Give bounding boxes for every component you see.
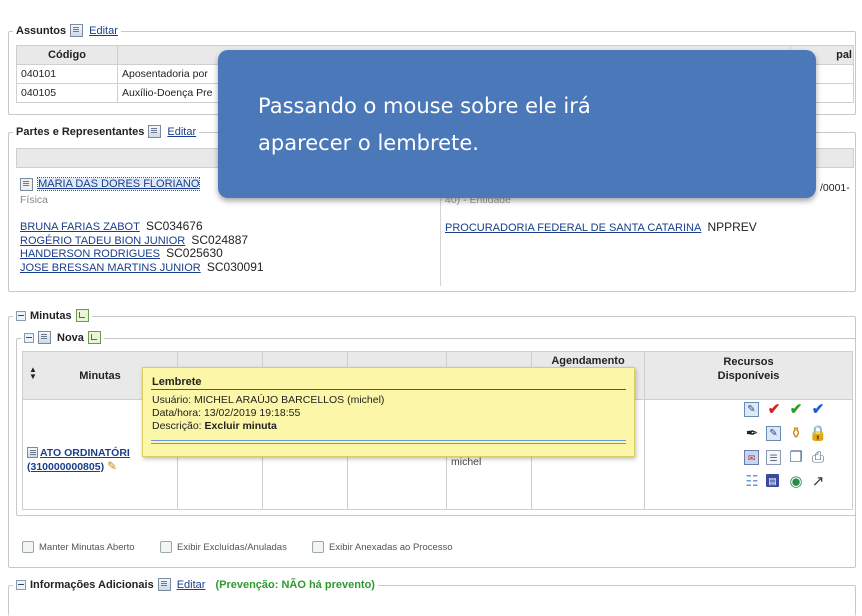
info-edit-link[interactable]: Editar <box>177 579 206 591</box>
advogado-link[interactable]: ROGÉRIO TADEU BION JUNIOR <box>20 235 185 247</box>
table-icon[interactable]: ☷ <box>744 474 760 490</box>
advogados-list: BRUNA FARIAS ZABOT SC034676 ROGÉRIO TADE… <box>20 220 264 274</box>
doc-icon <box>27 447 38 459</box>
autor-entry: MARIA DAS DORES FLORIANO <box>20 177 201 192</box>
nova-title: Nova <box>57 331 84 344</box>
minutas-title: Minutas <box>30 309 72 322</box>
lock-icon[interactable]: 🔒 <box>809 426 828 442</box>
nova-legend: Nova <box>21 331 104 344</box>
recursos-icons: ✎ ✔ ✔ ✔ ✒ ✎ ⚱ 🔒 ✉ ☰ ❐ ⎙ ☷ ▤ ◉ ↗ <box>744 402 834 498</box>
procuradoria-row: PROCURADORIA FEDERAL DE SANTA CATARINA N… <box>445 220 757 234</box>
stamp-icon[interactable]: ⚱ <box>788 426 804 442</box>
collapse-icon[interactable] <box>16 310 26 321</box>
advogado-row: JOSE BRESSAN MARTINS JUNIOR SC030091 <box>20 259 264 275</box>
callout-text: Passando o mouse sobre ele irá aparecer … <box>258 88 591 162</box>
advogado-oab: SC030091 <box>206 259 264 274</box>
procuradoria-code: NPPREV <box>707 220 757 234</box>
col-recursos-line1: Recursos <box>723 356 774 368</box>
new-note-icon[interactable] <box>75 309 89 322</box>
reus-tail: /0001- <box>820 182 850 194</box>
callout-line1: Passando o mouse sobre ele irá <box>258 94 591 118</box>
partes-legend: Partes e Representantes Editar <box>13 125 200 138</box>
pen-icon[interactable]: ✒ <box>744 426 760 442</box>
advogado-oab: SC034676 <box>145 219 203 233</box>
col-minutas-label: Minutas <box>79 369 121 382</box>
print-icon[interactable]: ⎙ <box>810 450 826 466</box>
red-check-icon[interactable]: ✔ <box>766 402 782 418</box>
person-card-icon <box>20 178 33 191</box>
advogado-link[interactable]: BRUNA FARIAS ZABOT <box>20 221 140 233</box>
tooltip-title: Lembrete <box>152 376 202 388</box>
assunto-codigo: 040101 <box>16 64 118 84</box>
advogado-link[interactable]: HANDERSON RODRIGUES <box>20 248 160 260</box>
partes-title: Partes e Representantes <box>16 125 145 138</box>
advogado-row: BRUNA FARIAS ZABOT SC034676 <box>20 220 264 234</box>
scroll-icon[interactable]: ✉ <box>744 450 759 465</box>
assuntos-legend: Assuntos Editar <box>13 24 121 37</box>
doc-icon <box>38 331 51 344</box>
save-icon[interactable]: ▤ <box>766 474 779 487</box>
advogado-oab: SC024887 <box>191 232 249 247</box>
tooltip-usuario: Usuário: MICHEL ARAÚJO BARCELLOS (michel… <box>152 394 385 406</box>
tooltip-datahora: Data/hora: 13/02/2019 19:18:55 <box>152 407 301 419</box>
advogado-link[interactable]: JOSE BRESSAN MARTINS JUNIOR <box>20 262 201 274</box>
checkbox[interactable] <box>160 541 172 553</box>
option-exibir-anexadas[interactable]: Exibir Anexadas ao Processo <box>312 541 453 553</box>
divider <box>151 443 626 444</box>
edit-icon[interactable] <box>148 125 162 138</box>
green-check-icon[interactable]: ✔ <box>788 402 804 418</box>
globe-icon[interactable]: ◉ <box>788 474 804 490</box>
edit-icon[interactable]: ✎ <box>744 402 759 417</box>
sort-icon[interactable]: ▲ ▼ <box>29 366 37 381</box>
advogado-row: ROGÉRIO TADEU BION JUNIOR SC024887 <box>20 232 264 248</box>
instruction-callout: Passando o mouse sobre ele irá aparecer … <box>218 50 816 198</box>
reminder-tooltip: Lembrete Usuário: MICHEL ARAÚJO BARCELLO… <box>142 367 635 457</box>
assuntos-title: Assuntos <box>16 24 67 37</box>
reminder-icon[interactable]: ✎ <box>107 459 117 473</box>
assuntos-edit-link[interactable]: Editar <box>89 25 118 37</box>
info-title: Informações Adicionais <box>30 578 154 591</box>
blue-check-icon[interactable]: ✔ <box>810 402 826 418</box>
tooltip-descricao-value: Excluir minuta <box>204 420 277 432</box>
minuta-doc-number[interactable]: (310000000805) <box>27 461 104 473</box>
procuradoria-link[interactable]: PROCURADORIA FEDERAL DE SANTA CATARINA <box>445 222 701 234</box>
divider <box>151 389 626 390</box>
divider <box>151 440 626 441</box>
partes-edit-link[interactable]: Editar <box>167 126 196 138</box>
new-note-icon[interactable] <box>87 331 101 344</box>
option-manter-minutas[interactable]: Manter Minutas Aberto <box>22 541 135 553</box>
callout-line2: aparecer o lembrete. <box>258 131 479 155</box>
collapse-icon[interactable] <box>16 579 26 590</box>
autor-link[interactable]: MARIA DAS DORES FLORIANO <box>37 177 201 192</box>
info-legend: Informações Adicionais Editar (Prevenção… <box>13 578 378 591</box>
col-codigo: Código <box>16 45 118 65</box>
autor-type: Física <box>20 194 49 206</box>
minuta-doc-link[interactable]: ATO ORDINATÓRI <box>40 447 130 459</box>
share-icon[interactable]: ↗ <box>810 474 826 490</box>
advogado-oab: SC025630 <box>166 246 223 260</box>
edit-doc-icon[interactable]: ✎ <box>766 426 781 441</box>
minutas-legend: Minutas <box>13 309 92 322</box>
checkbox[interactable] <box>22 541 34 553</box>
col-recursos-line2: Disponíveis <box>717 370 780 382</box>
collapse-icon[interactable] <box>24 332 34 343</box>
edit-icon[interactable] <box>70 24 84 37</box>
prevencao-status: (Prevenção: NÃO há prevento) <box>215 578 375 591</box>
checkbox[interactable] <box>312 541 324 553</box>
option-exibir-excluidas[interactable]: Exibir Excluídas/Anuladas <box>160 541 287 553</box>
copy-icon[interactable]: ❐ <box>788 450 804 466</box>
edit-icon[interactable] <box>157 578 171 591</box>
tooltip-descricao: Descrição: Excluir minuta <box>152 420 277 432</box>
advogado-row: HANDERSON RODRIGUES SC025630 <box>20 247 264 261</box>
assunto-codigo: 040105 <box>16 83 118 103</box>
list-icon[interactable]: ☰ <box>766 450 781 465</box>
col-recursos: Recursos Disponíveis <box>644 351 853 400</box>
